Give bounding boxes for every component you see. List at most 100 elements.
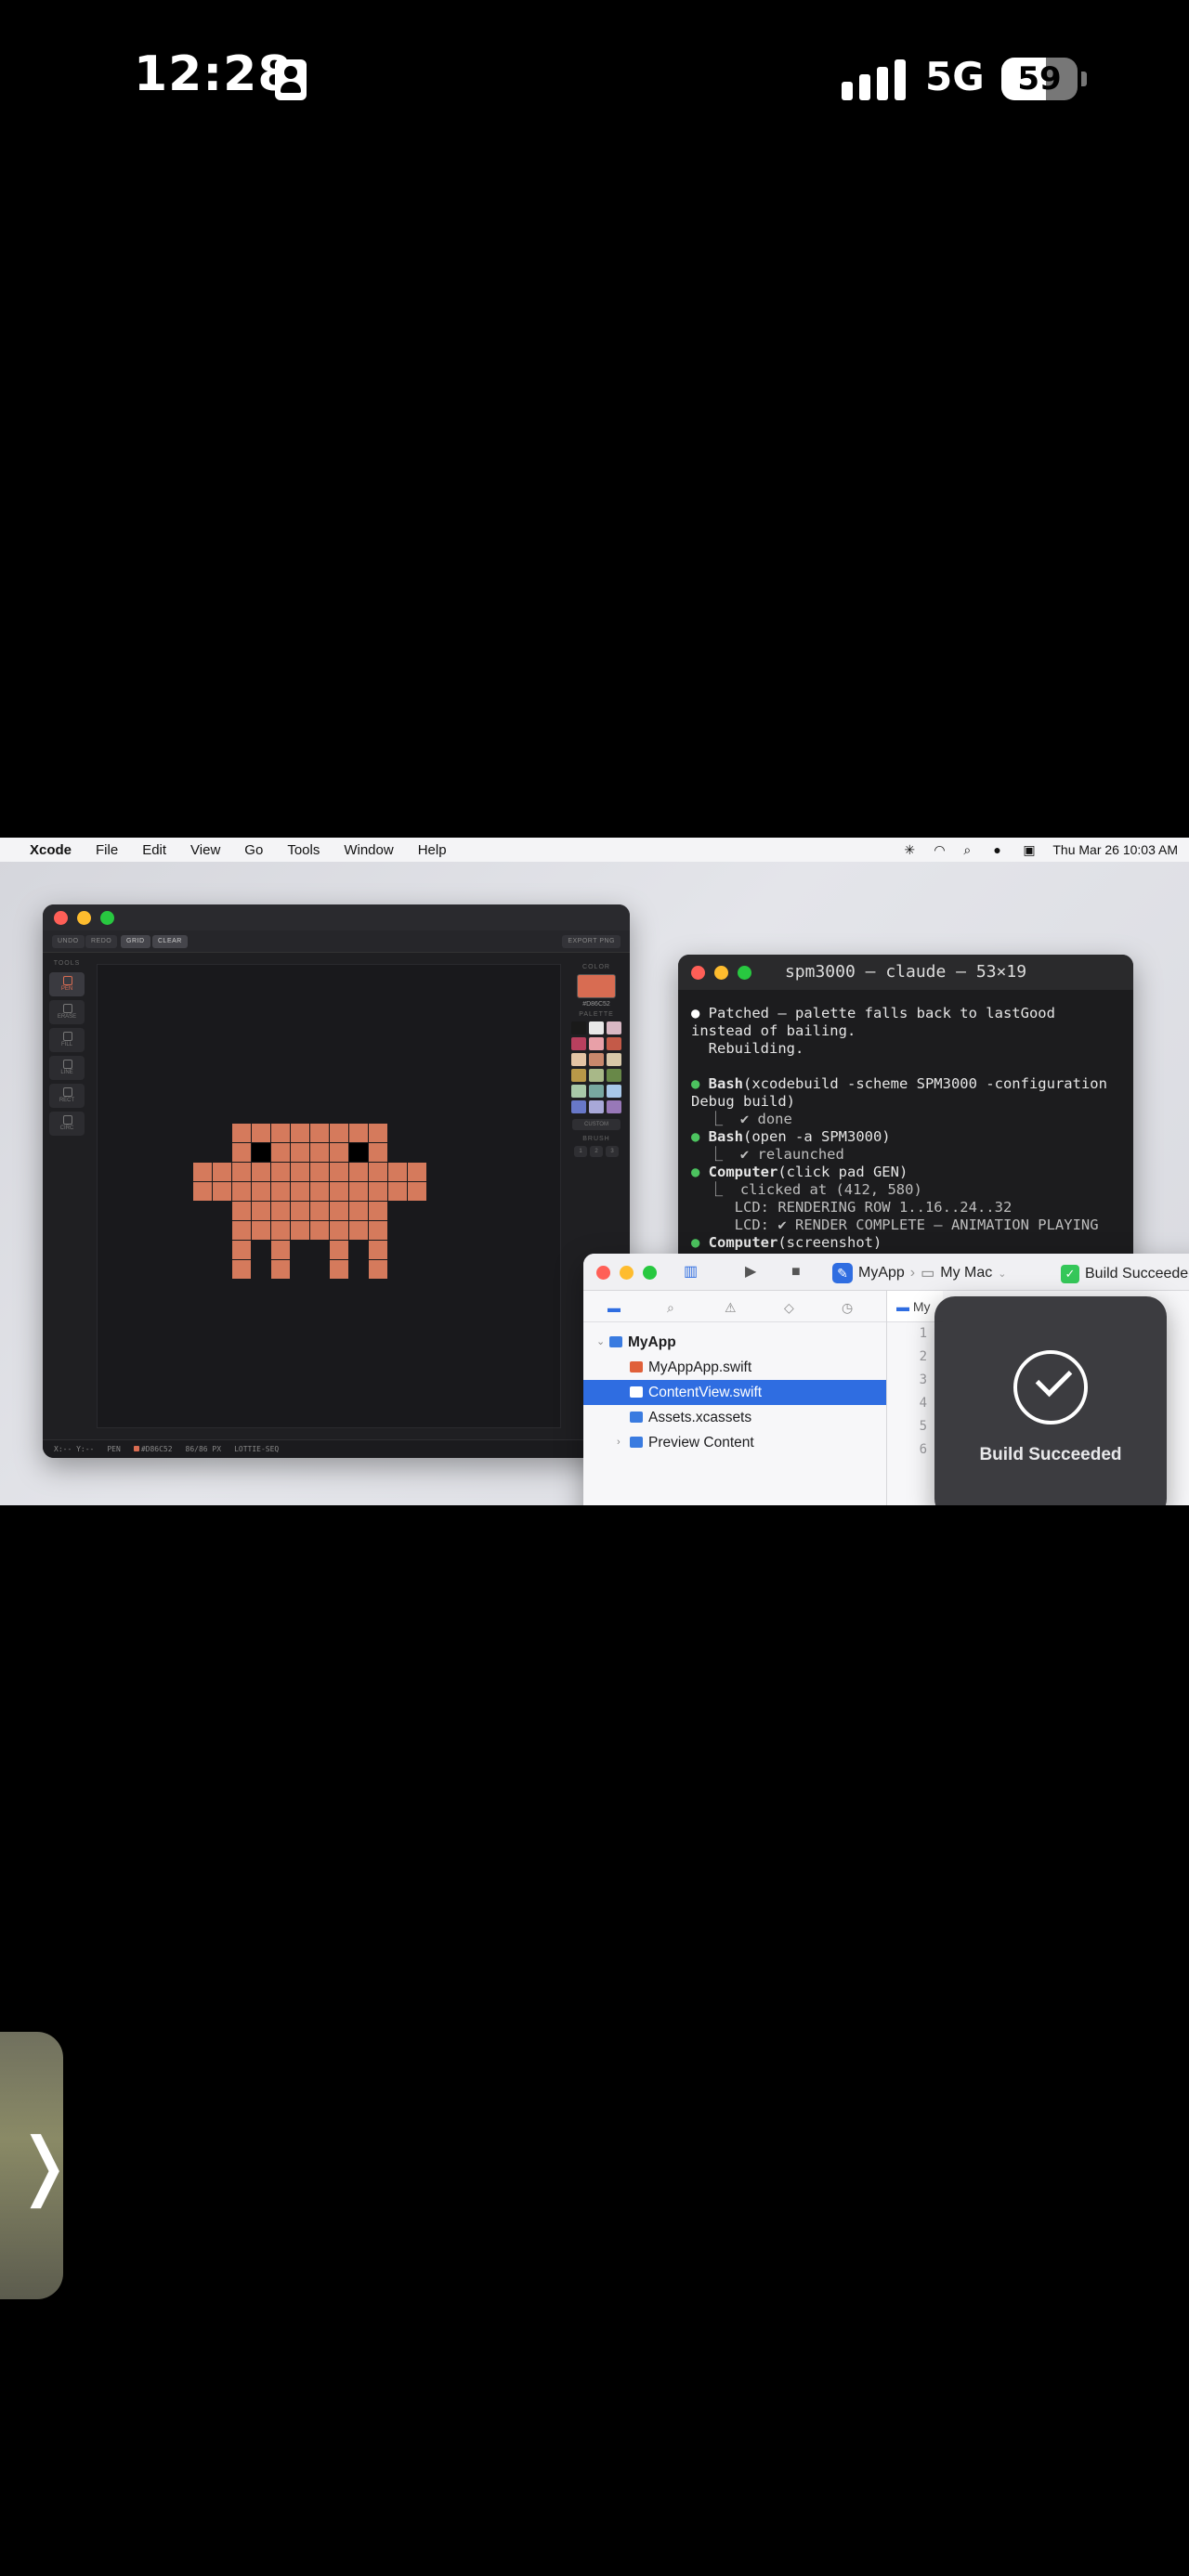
palette-swatch-6[interactable] xyxy=(571,1053,586,1066)
close-button[interactable] xyxy=(54,911,68,925)
navigator-item[interactable]: Assets.xcassets xyxy=(583,1405,886,1430)
palette-swatch-14[interactable] xyxy=(607,1085,621,1098)
sprite-pixel[interactable] xyxy=(232,1202,251,1220)
control-center-icon[interactable]: ▣ xyxy=(1023,843,1036,856)
pixel-canvas[interactable] xyxy=(97,964,561,1428)
sprite-pixel[interactable] xyxy=(310,1124,329,1142)
run-icon[interactable]: ▶ xyxy=(745,1265,756,1280)
sprite-pixel[interactable] xyxy=(252,1182,270,1201)
export-png-button[interactable]: EXPORT PNG xyxy=(562,935,621,948)
tool-pen[interactable]: PEN xyxy=(49,972,85,996)
menu-go[interactable]: Go xyxy=(244,842,263,858)
palette-swatch-10[interactable] xyxy=(589,1069,604,1082)
xcode-zoom-button[interactable] xyxy=(643,1266,657,1280)
sprite-pixel[interactable] xyxy=(193,1182,212,1201)
sprite-pixel[interactable] xyxy=(369,1182,387,1201)
menu-help[interactable]: Help xyxy=(418,842,447,858)
navigator-item[interactable]: ContentView.swift xyxy=(583,1380,886,1405)
sprite-pixel[interactable] xyxy=(369,1241,387,1259)
sprite-pixel[interactable] xyxy=(369,1143,387,1162)
sprite-pixel[interactable] xyxy=(369,1202,387,1220)
menubar-clock[interactable]: Thu Mar 26 10:03 AM xyxy=(1052,842,1178,857)
palette-swatch-4[interactable] xyxy=(589,1037,604,1050)
palette-swatch-11[interactable] xyxy=(607,1069,621,1082)
palette-swatch-12[interactable] xyxy=(571,1085,586,1098)
sprite-pixel[interactable] xyxy=(213,1182,231,1201)
sprite-pixel[interactable] xyxy=(349,1202,368,1220)
redo-button[interactable]: REDO xyxy=(85,935,118,948)
navigator-item[interactable]: ⌄ MyApp xyxy=(583,1330,886,1355)
disclosure-open-icon[interactable]: ⌄ xyxy=(596,1330,605,1355)
sprite-pixel[interactable] xyxy=(310,1221,329,1240)
zoom-button[interactable] xyxy=(100,911,114,925)
sprite-pixel[interactable] xyxy=(408,1182,426,1201)
palette-swatch-3[interactable] xyxy=(571,1037,586,1050)
sprite-pixel[interactable] xyxy=(271,1182,290,1201)
current-color-swatch[interactable] xyxy=(577,974,616,998)
sprite-pixel[interactable] xyxy=(310,1182,329,1201)
sprite-pixel[interactable] xyxy=(252,1202,270,1220)
brush-size-1[interactable]: 1 xyxy=(574,1146,587,1157)
tool-circ[interactable]: CIRC xyxy=(49,1112,85,1136)
sprite-drawing[interactable] xyxy=(98,965,562,1429)
sprite-pixel[interactable] xyxy=(271,1260,290,1279)
sprite-pixel[interactable] xyxy=(271,1163,290,1181)
menu-app-name[interactable]: Xcode xyxy=(30,842,72,858)
palette-swatch-8[interactable] xyxy=(607,1053,621,1066)
terminal-minimize-button[interactable] xyxy=(714,966,728,980)
palette-swatch-16[interactable] xyxy=(589,1100,604,1113)
sprite-pixel[interactable] xyxy=(330,1182,348,1201)
sprite-pixel[interactable] xyxy=(330,1124,348,1142)
navigator-item[interactable]: MyAppApp.swift xyxy=(583,1355,886,1380)
sprite-pixel[interactable] xyxy=(232,1241,251,1259)
find-navigator-tab-icon[interactable]: ⌕ xyxy=(667,1300,674,1316)
sprite-pixel[interactable] xyxy=(271,1221,290,1240)
menu-view[interactable]: View xyxy=(190,842,220,858)
tool-fill[interactable]: FILL xyxy=(49,1028,85,1052)
sidebar-toggle-icon[interactable]: ▥ xyxy=(684,1265,698,1280)
brush-size-2[interactable]: 2 xyxy=(590,1146,603,1157)
navigator-divider[interactable] xyxy=(886,1291,887,1505)
stop-icon[interactable]: ■ xyxy=(791,1265,801,1280)
sprite-pixel[interactable] xyxy=(232,1163,251,1181)
sprite-pixel[interactable] xyxy=(291,1124,309,1142)
menu-file[interactable]: File xyxy=(96,842,118,858)
scheme-selector[interactable]: ✎ MyApp › ▭ My Mac ⌄ xyxy=(832,1263,1006,1283)
terminal-output[interactable]: ● Patched — palette falls back to lastGo… xyxy=(691,1005,1128,1252)
issue-navigator-tab-icon[interactable]: ⚠ xyxy=(725,1300,737,1316)
sprite-pixel[interactable] xyxy=(369,1124,387,1142)
sprite-pixel[interactable] xyxy=(252,1124,270,1142)
undo-button[interactable]: UNDO xyxy=(52,935,85,948)
sprite-pixel[interactable] xyxy=(369,1163,387,1181)
terminal-close-button[interactable] xyxy=(691,966,705,980)
side-expand-handle[interactable]: ❭ xyxy=(0,2032,75,2299)
xcode-close-button[interactable] xyxy=(596,1266,610,1280)
sprite-pixel[interactable] xyxy=(310,1202,329,1220)
user-icon[interactable]: ● xyxy=(993,843,1006,856)
xcode-minimize-button[interactable] xyxy=(620,1266,634,1280)
sprite-pixel[interactable] xyxy=(271,1143,290,1162)
menu-window[interactable]: Window xyxy=(344,842,393,858)
palette-swatch-15[interactable] xyxy=(571,1100,586,1113)
palette-swatch-1[interactable] xyxy=(589,1021,604,1034)
sprite-pixel[interactable] xyxy=(408,1163,426,1181)
sprite-pixel[interactable] xyxy=(388,1163,407,1181)
sprite-pixel[interactable] xyxy=(193,1163,212,1181)
sprite-pixel[interactable] xyxy=(330,1221,348,1240)
grid-button[interactable]: GRID xyxy=(121,935,150,948)
sprite-pixel[interactable] xyxy=(330,1163,348,1181)
sprite-pixel[interactable] xyxy=(349,1163,368,1181)
sprite-pixel[interactable] xyxy=(291,1182,309,1201)
sprite-pixel[interactable] xyxy=(213,1163,231,1181)
minimize-button[interactable] xyxy=(77,911,91,925)
sprite-pixel[interactable] xyxy=(232,1143,251,1162)
sprite-eye-pixel[interactable] xyxy=(252,1143,270,1162)
sprite-pixel[interactable] xyxy=(330,1260,348,1279)
palette-swatch-5[interactable] xyxy=(607,1037,621,1050)
sprite-pixel[interactable] xyxy=(291,1143,309,1162)
sprite-pixel[interactable] xyxy=(252,1163,270,1181)
sprite-pixel[interactable] xyxy=(271,1124,290,1142)
tool-rect[interactable]: RECT xyxy=(49,1084,85,1108)
menu-edit[interactable]: Edit xyxy=(142,842,166,858)
sprite-pixel[interactable] xyxy=(349,1182,368,1201)
